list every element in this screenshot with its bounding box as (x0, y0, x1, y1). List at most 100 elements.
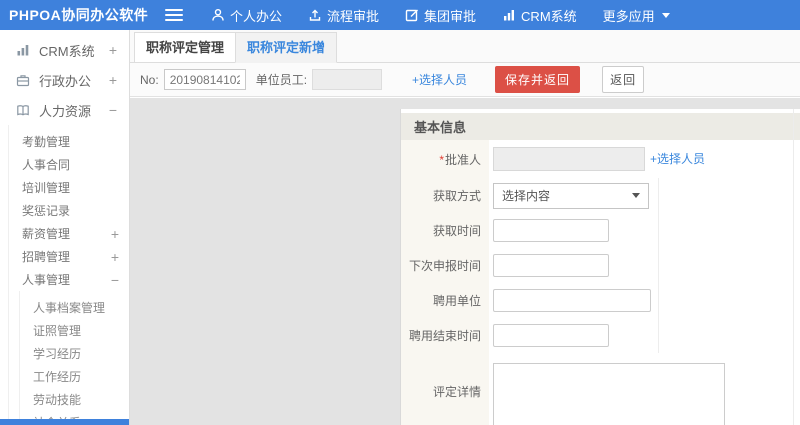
sidebar-submenu-personnel: 人事档案管理 证照管理 学习经历 工作经历 劳动技能 社会关 (19, 291, 129, 425)
sidebar-item-crm[interactable]: CRM系统 + (0, 35, 129, 65)
form-row-employer: 聘用单位 (401, 283, 800, 318)
briefcase-icon (16, 73, 32, 87)
content-area: 基本信息 *批准人 +选择人员 获取方式 选择内容 获取时间 下次申报时间 聘用… (130, 98, 800, 425)
select-person-link-form[interactable]: +选择人员 (650, 152, 705, 166)
employment-end-time-input[interactable] (493, 324, 609, 347)
evaluation-detail-textarea[interactable] (493, 363, 725, 425)
tab-label: 职称评定管理 (146, 40, 225, 55)
next-apply-time-input[interactable] (493, 254, 609, 277)
sidebar-item-label: 培训管理 (22, 181, 71, 195)
form-panel: 基本信息 *批准人 +选择人员 获取方式 选择内容 获取时间 下次申报时间 聘用… (400, 109, 800, 425)
sidebar-item-label: 招聘管理 (22, 250, 71, 264)
sidebar-item-label: 证照管理 (33, 324, 82, 338)
acquire-method-select[interactable]: 选择内容 (493, 182, 649, 209)
acquire-method-label: 获取方式 (432, 189, 481, 203)
sidebar-item-education-history[interactable]: 学习经历 (20, 342, 129, 365)
sidebar-item-salary[interactable]: 薪资管理 + (9, 222, 129, 245)
send-icon (308, 8, 322, 22)
toolbar: No: 单位员工: +选择人员 保存并返回 返回 (130, 63, 800, 97)
sidebar-item-admin-office[interactable]: 行政办公 + (0, 65, 129, 95)
next-apply-time-label: 下次申报时间 (408, 259, 481, 273)
hamburger-menu-icon[interactable] (165, 9, 183, 21)
sidebar-item-certificates[interactable]: 证照管理 (20, 319, 129, 342)
sidebar-item-label: CRM系统 (39, 43, 95, 59)
sidebar-item-label: 劳动技能 (33, 393, 82, 407)
form-row-acquire-time: 获取时间 (401, 213, 800, 248)
caret-down-icon (632, 193, 640, 198)
expand-icon[interactable]: + (109, 43, 117, 57)
sidebar-item-training[interactable]: 培训管理 (9, 176, 129, 199)
save-and-return-button[interactable]: 保存并返回 (495, 66, 581, 93)
expand-icon[interactable]: + (111, 250, 119, 264)
nav-item-label: 更多应用 (602, 8, 655, 24)
top-nav-menu: 个人办公 流程审批 集团审批 CRM系统 更多应用 (211, 6, 670, 25)
tab-title-evaluation-manage[interactable]: 职称评定管理 (134, 32, 237, 63)
nav-item-label: 集团审批 (424, 8, 477, 24)
employment-end-time-label: 聘用结束时间 (408, 329, 481, 343)
approver-label: *批准人 (439, 152, 481, 167)
sidebar-item-label: 人事管理 (22, 273, 71, 287)
sidebar-item-personnel[interactable]: 人事管理 − (9, 268, 129, 291)
sidebar: CRM系统 + 行政办公 + 人力资源 − 考勤管理 人事合同 培训管理 奖惩记… (0, 30, 130, 425)
nav-item-label: CRM系统 (521, 8, 577, 24)
collapse-icon[interactable]: − (111, 273, 119, 287)
select-value: 选择内容 (502, 189, 551, 203)
nav-item-more-apps[interactable]: 更多应用 (603, 6, 670, 25)
sidebar-item-work-history[interactable]: 工作经历 (20, 365, 129, 388)
tab-title-evaluation-new[interactable]: 职称评定新增 (235, 32, 338, 63)
expand-icon[interactable]: + (109, 73, 117, 87)
back-button[interactable]: 返回 (602, 66, 645, 93)
top-navbar: PHPOA协同办公软件 个人办公 流程审批 集团审批 CRM系统 更多应用 (0, 0, 800, 30)
edit-icon (405, 8, 419, 22)
employee-input[interactable] (312, 69, 383, 90)
app-logo: PHPOA协同办公软件 (9, 7, 149, 23)
sidebar-item-label: 学习经历 (33, 347, 82, 361)
app-window: PHPOA协同办公软件 个人办公 流程审批 集团审批 CRM系统 更多应用 CR… (0, 0, 800, 425)
chart-icon (502, 8, 516, 22)
select-person-link[interactable]: +选择人员 (412, 71, 467, 88)
employer-input[interactable] (493, 289, 651, 312)
sidebar-menu: CRM系统 + 行政办公 + 人力资源 − 考勤管理 人事合同 培训管理 奖惩记… (0, 30, 129, 425)
collapse-icon[interactable]: − (109, 103, 117, 117)
sidebar-submenu-hr: 考勤管理 人事合同 培训管理 奖惩记录 薪资管理 + 招聘管理 + 人事管理 −… (8, 125, 129, 425)
nav-item-crm[interactable]: CRM系统 (502, 6, 577, 25)
nav-item-label: 个人办公 (230, 8, 283, 24)
main-area: 职称评定管理 职称评定新增 No: 单位员工: +选择人员 保存并返回 返回 基… (130, 30, 800, 425)
evaluation-detail-label: 评定详情 (432, 384, 481, 399)
sidebar-item-recruitment[interactable]: 招聘管理 + (9, 245, 129, 268)
chart-icon (16, 43, 32, 57)
sidebar-item-reward-punishment[interactable]: 奖惩记录 (9, 199, 129, 222)
expand-icon[interactable]: + (111, 227, 119, 241)
no-input[interactable] (163, 69, 246, 90)
no-label: No: (140, 72, 159, 87)
sidebar-item-attendance[interactable]: 考勤管理 (9, 130, 129, 153)
sidebar-item-personnel-files[interactable]: 人事档案管理 (20, 296, 129, 319)
sidebar-item-labor-skills[interactable]: 劳动技能 (20, 388, 129, 411)
sidebar-item-label: 奖惩记录 (22, 204, 71, 218)
section-title: 基本信息 (414, 120, 467, 135)
sidebar-item-label: 人力资源 (39, 103, 92, 119)
employer-label: 聘用单位 (432, 294, 481, 308)
sidebar-item-hr[interactable]: 人力资源 − (0, 95, 129, 125)
sidebar-item-label: 工作经历 (33, 370, 82, 384)
form-row-approver: *批准人 +选择人员 (401, 140, 800, 178)
employee-label: 单位员工: (255, 73, 308, 87)
user-icon (211, 8, 225, 22)
section-header: 基本信息 (401, 113, 800, 140)
nav-item-personal-office[interactable]: 个人办公 (211, 6, 282, 25)
sidebar-item-label: 人事合同 (22, 158, 71, 172)
sidebar-item-label: 考勤管理 (22, 135, 71, 149)
acquire-time-label: 获取时间 (432, 224, 481, 238)
acquire-time-input[interactable] (493, 219, 609, 242)
nav-item-workflow-approval[interactable]: 流程审批 (308, 6, 379, 25)
sidebar-bottom-bar (0, 419, 129, 425)
form-row-evaluation-detail: 评定详情 (401, 353, 800, 425)
nav-item-group-approval[interactable]: 集团审批 (405, 6, 476, 25)
sidebar-item-hr-contract[interactable]: 人事合同 (9, 153, 129, 176)
caret-down-icon (661, 12, 670, 18)
form-row-next-apply-time: 下次申报时间 (401, 248, 800, 283)
form-row-employment-end-time: 聘用结束时间 (401, 318, 800, 353)
approver-input[interactable] (493, 147, 645, 171)
required-mark: * (439, 152, 444, 167)
tab-label: 职称评定新增 (247, 40, 326, 55)
